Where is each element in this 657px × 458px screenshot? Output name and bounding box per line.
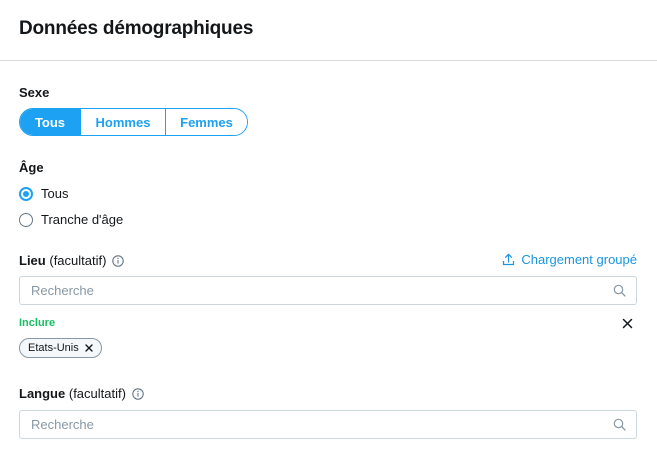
age-all-radio[interactable] [19,186,33,201]
gender-label: Sexe [19,85,50,100]
location-search-input[interactable] [31,277,601,304]
location-tag: Etats-Unis [19,338,102,358]
gender-segmented-control: Tous Hommes Femmes [19,108,248,136]
location-optional-text: (facultatif) [49,253,107,268]
panel-header: Données démographiques [0,0,657,61]
age-range-radio[interactable] [19,212,33,227]
gender-all-button[interactable]: Tous [20,109,80,135]
gender-women-button[interactable]: Femmes [165,109,247,135]
location-label-text: Lieu [19,253,46,268]
location-search-box [19,276,637,305]
bulk-upload-link[interactable]: Chargement groupé [502,252,637,267]
location-tag-label: Etats-Unis [28,342,79,354]
location-label: Lieu (facultatif) [19,253,125,270]
age-all-label: Tous [41,186,69,201]
search-icon [613,418,626,431]
language-optional-text: (facultatif) [68,386,126,401]
gender-men-button[interactable]: Hommes [80,109,165,135]
age-range-radio-row[interactable]: Tranche d'âge [19,212,123,227]
close-icon[interactable] [622,318,633,329]
page-title: Données démographiques [19,18,254,39]
search-icon [613,284,626,297]
bulk-upload-label: Chargement groupé [521,252,637,267]
language-label-text: Langue [19,386,66,401]
age-range-label: Tranche d'âge [41,212,124,227]
age-all-radio-row[interactable]: Tous [19,186,68,201]
include-label: Inclure [19,317,56,329]
age-label: Âge [19,160,44,175]
info-icon[interactable] [112,255,125,270]
upload-icon [503,253,515,266]
close-icon [85,344,93,352]
language-label: Langue (facultatif) [19,386,144,403]
language-search-box [19,410,637,439]
info-icon[interactable] [132,388,144,403]
language-search-input[interactable] [31,411,601,438]
remove-tag-button[interactable] [85,344,93,352]
